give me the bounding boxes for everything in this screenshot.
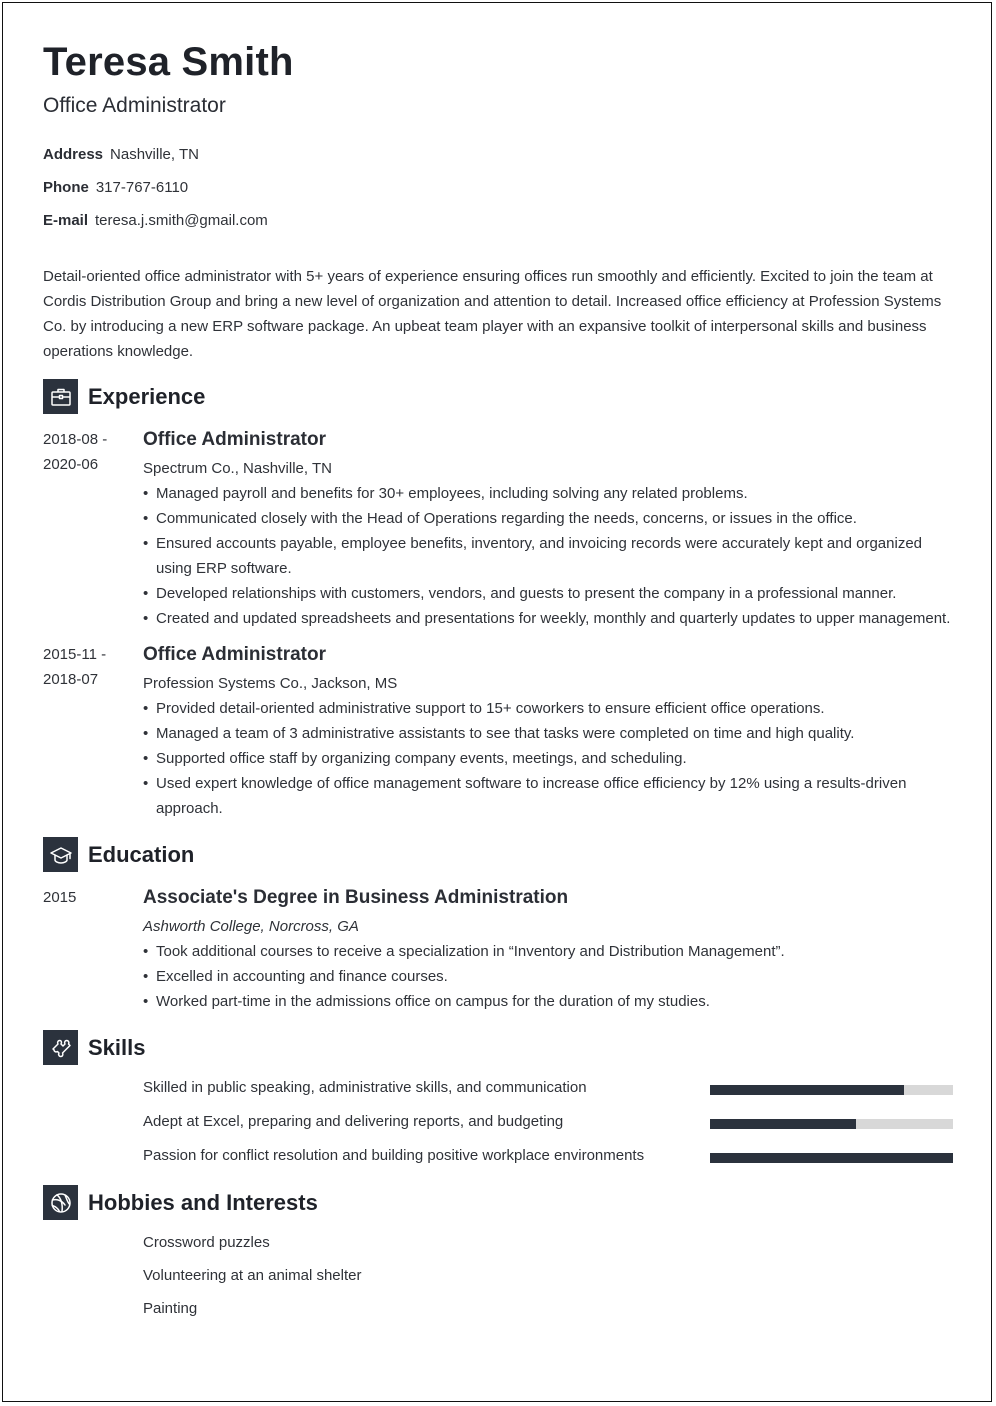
briefcase-icon bbox=[43, 379, 78, 414]
contact-label: Address bbox=[43, 146, 104, 163]
bullet-item: Managed a team of 3 administrative assis… bbox=[143, 721, 955, 746]
bullet-list: Took additional courses to receive a spe… bbox=[143, 939, 955, 1014]
skill-level-bar bbox=[710, 1085, 953, 1095]
date-start: 2018-08 - bbox=[43, 431, 108, 448]
bullet-item: Managed payroll and benefits for 30+ emp… bbox=[143, 481, 955, 506]
bullet-item: Used expert knowledge of office manageme… bbox=[143, 771, 955, 821]
section-title: Skills bbox=[88, 1034, 146, 1060]
contact-email: E-mail teresa.j.smith@gmail.com bbox=[43, 212, 268, 229]
hobby-item: Crossword puzzles bbox=[143, 1234, 270, 1251]
hobby-item: Volunteering at an animal shelter bbox=[143, 1267, 362, 1284]
contact-address: Address Nashville, TN bbox=[43, 146, 199, 163]
contact-label: E-mail bbox=[43, 212, 89, 229]
entry-body: Office Administrator Profession Systems … bbox=[143, 642, 955, 821]
candidate-name: Teresa Smith bbox=[43, 40, 294, 84]
bullet-item: Excelled in accounting and finance cours… bbox=[143, 964, 955, 989]
candidate-role: Office Administrator bbox=[43, 94, 226, 117]
bullet-item: Worked part-time in the admissions offic… bbox=[143, 989, 955, 1014]
skill-row: Skilled in public speaking, administrati… bbox=[143, 1079, 955, 1099]
bullet-list: Provided detail-oriented administrative … bbox=[143, 696, 955, 821]
bullet-item: Created and updated spreadsheets and pre… bbox=[143, 606, 955, 631]
date-end: 2020-06 bbox=[43, 456, 99, 473]
date-start: 2015-11 - bbox=[43, 646, 107, 663]
bullet-item: Ensured accounts payable, employee benef… bbox=[143, 531, 955, 581]
company: Spectrum Co., Nashville, TN bbox=[143, 460, 332, 477]
contact-phone: Phone 317-767-6110 bbox=[43, 179, 188, 196]
skill-label: Passion for conflict resolution and buil… bbox=[143, 1147, 645, 1164]
contact-value: Nashville, TN bbox=[110, 146, 199, 163]
job-title: Office Administrator bbox=[143, 429, 326, 450]
degree-title: Associate's Degree in Business Administr… bbox=[143, 887, 569, 908]
skill-level-bar bbox=[710, 1153, 953, 1163]
contact-value[interactable]: teresa.j.smith@gmail.com bbox=[95, 212, 268, 229]
section-title: Hobbies and Interests bbox=[88, 1189, 318, 1215]
skill-level-fill bbox=[710, 1153, 953, 1163]
contact-value: 317-767-6110 bbox=[95, 179, 189, 196]
section-title: Education bbox=[88, 841, 195, 867]
basketball-icon bbox=[43, 1185, 78, 1220]
skill-level-bar bbox=[710, 1119, 953, 1129]
entry-body: Office Administrator Spectrum Co., Nashv… bbox=[143, 427, 955, 631]
profile-summary: Detail-oriented office administrator wit… bbox=[43, 268, 942, 360]
entry-date: 2018-08 - 2020-06 bbox=[43, 427, 133, 477]
section-header-hobbies: Hobbies and Interests bbox=[43, 1185, 318, 1220]
school: Ashworth College, Norcross, GA bbox=[143, 918, 359, 935]
bullet-item: Communicated closely with the Head of Op… bbox=[143, 506, 955, 531]
job-title: Office Administrator bbox=[143, 644, 326, 665]
bullet-item: Developed relationships with customers, … bbox=[143, 581, 955, 606]
skill-label: Adept at Excel, preparing and delivering… bbox=[143, 1113, 564, 1130]
skill-row: Adept at Excel, preparing and delivering… bbox=[143, 1113, 955, 1133]
entry-body: Associate's Degree in Business Administr… bbox=[143, 885, 955, 1014]
hobby-item: Painting bbox=[143, 1300, 198, 1317]
section-header-skills: Skills bbox=[43, 1030, 145, 1065]
skill-label: Skilled in public speaking, administrati… bbox=[143, 1079, 587, 1096]
company: Profession Systems Co., Jackson, MS bbox=[143, 675, 398, 692]
bullet-item: Supported office staff by organizing com… bbox=[143, 746, 955, 771]
bullet-list: Managed payroll and benefits for 30+ emp… bbox=[143, 481, 955, 631]
skill-row: Passion for conflict resolution and buil… bbox=[143, 1147, 955, 1167]
bullet-item: Provided detail-oriented administrative … bbox=[143, 696, 955, 721]
section-title: Experience bbox=[88, 383, 206, 409]
graduation-cap-icon bbox=[43, 837, 78, 872]
entry-date: 2015-11 - 2018-07 bbox=[43, 642, 133, 692]
bullet-item: Took additional courses to receive a spe… bbox=[143, 939, 955, 964]
skill-level-fill bbox=[710, 1119, 856, 1129]
date-end: 2018-07 bbox=[43, 671, 99, 688]
contact-label: Phone bbox=[43, 179, 89, 196]
puzzle-icon bbox=[43, 1030, 78, 1065]
section-header-education: Education bbox=[43, 837, 194, 872]
skill-level-fill bbox=[710, 1085, 905, 1095]
entry-date: 2015 bbox=[43, 889, 77, 906]
section-header-experience: Experience bbox=[43, 379, 205, 414]
